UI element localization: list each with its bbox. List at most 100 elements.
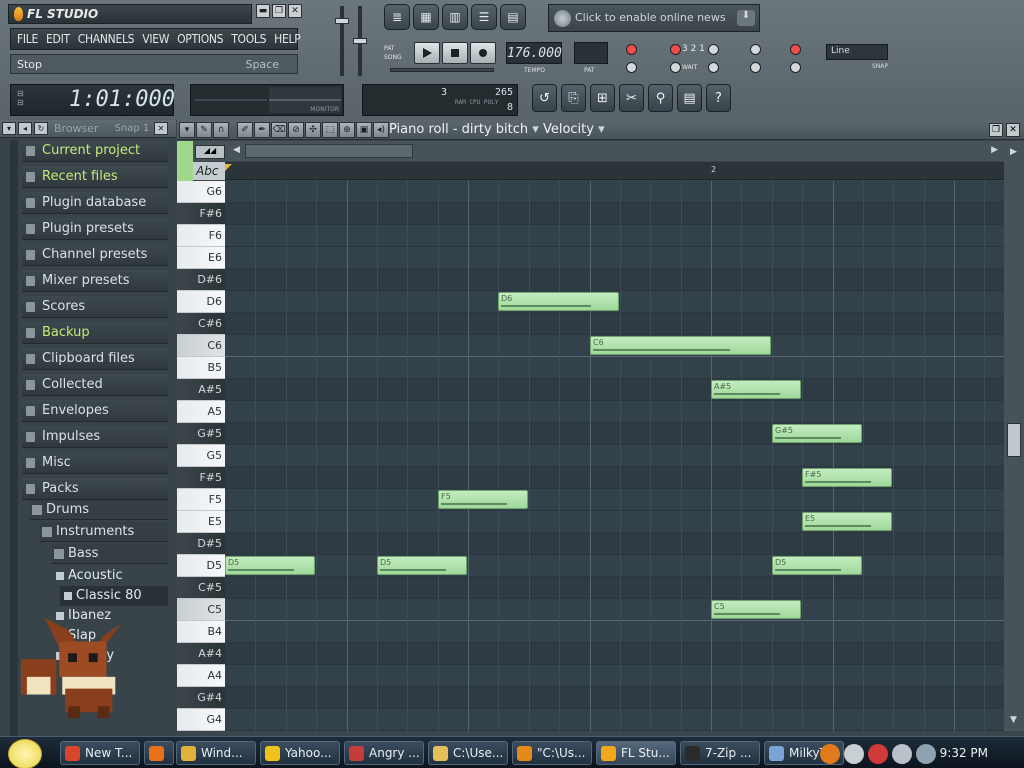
- zoom-icon[interactable]: ◢◢: [195, 145, 225, 159]
- browser-snap[interactable]: Snap 1: [115, 123, 150, 134]
- scroll-up-icon[interactable]: ▶: [1010, 147, 1017, 157]
- note[interactable]: F#5: [802, 468, 892, 487]
- snap-select[interactable]: Line: [826, 44, 888, 60]
- search-icon[interactable]: ⚲: [648, 84, 673, 112]
- multilink-toggle[interactable]: [790, 44, 801, 55]
- taskbar-item[interactable]: 7-Zip ...: [680, 741, 760, 765]
- note-grid[interactable]: D6 C6 A#5 G#5 F#5 F5 E5 D5 D5 D5 C5: [225, 181, 1004, 731]
- vertical-scroll-thumb[interactable]: [1007, 423, 1021, 457]
- scroll-toggle[interactable]: [750, 62, 761, 73]
- piano-key[interactable]: G6: [177, 181, 225, 203]
- piano-key[interactable]: E6: [177, 247, 225, 269]
- song-position-display[interactable]: ⊟ ⊟ 1:01:000: [10, 84, 175, 116]
- piano-key[interactable]: F6: [177, 225, 225, 247]
- browser-folder[interactable]: Plugin database: [22, 192, 168, 214]
- pack-folder[interactable]: Instruments: [40, 522, 168, 542]
- browser-folder[interactable]: Mixer presets: [22, 270, 168, 292]
- power-icon[interactable]: [916, 744, 936, 764]
- piano-key[interactable]: G#5: [177, 423, 225, 445]
- pack-folder[interactable]: Bass: [52, 544, 168, 564]
- browser-toggle-icon[interactable]: ▤: [500, 4, 526, 30]
- note[interactable]: D5: [377, 556, 467, 575]
- taskbar-item[interactable]: [144, 741, 174, 765]
- mute-tool-icon[interactable]: ⊘: [288, 122, 304, 138]
- playhead-marker-icon[interactable]: [225, 164, 232, 171]
- countdown-toggle[interactable]: [670, 44, 681, 55]
- piano-key[interactable]: C5: [177, 599, 225, 621]
- menu-tools[interactable]: TOOLS: [231, 32, 266, 46]
- note[interactable]: C5: [711, 600, 801, 619]
- slice-tool-icon[interactable]: ✣: [305, 122, 321, 138]
- note[interactable]: G#5: [772, 424, 862, 443]
- search-icon[interactable]: [820, 744, 840, 764]
- auto-toggle[interactable]: [790, 62, 801, 73]
- piano-key[interactable]: C6: [177, 335, 225, 357]
- browser-folder[interactable]: Envelopes: [22, 400, 168, 422]
- undo-icon[interactable]: ↺: [532, 84, 557, 112]
- note[interactable]: F5: [438, 490, 528, 509]
- speaker-icon[interactable]: ◂): [373, 122, 389, 138]
- browser-folder[interactable]: Backup: [22, 322, 168, 344]
- title-bar[interactable]: FL STUDIO: [8, 4, 252, 24]
- taskbar-item[interactable]: Wind...: [176, 741, 256, 765]
- pack-folder[interactable]: Drums: [30, 500, 168, 520]
- menu-file[interactable]: FILE: [17, 32, 38, 46]
- note[interactable]: A#5: [711, 380, 801, 399]
- taskbar-item[interactable]: C:\Use...: [428, 741, 508, 765]
- export-icon[interactable]: ⊞: [590, 84, 615, 112]
- menu-options[interactable]: OPTIONS: [177, 32, 223, 46]
- piano-roll-title[interactable]: Piano roll - dirty bitch ▾ Velocity ▾: [389, 122, 605, 137]
- piano-key[interactable]: B4: [177, 621, 225, 643]
- pat-song-switch[interactable]: PAT SONG: [384, 44, 402, 62]
- piano-key[interactable]: A#4: [177, 643, 225, 665]
- minimize-icon[interactable]: ▬: [256, 4, 270, 18]
- note[interactable]: E5: [802, 512, 892, 531]
- taskbar-item[interactable]: Angry ...: [344, 741, 424, 765]
- piano-key[interactable]: A5: [177, 401, 225, 423]
- metronome-toggle[interactable]: [626, 62, 637, 73]
- detach-icon[interactable]: ❐: [989, 123, 1003, 137]
- menu-channels[interactable]: CHANNELS: [78, 32, 135, 46]
- browser-folder[interactable]: Scores: [22, 296, 168, 318]
- scroll-down-icon[interactable]: ▼: [1010, 715, 1017, 725]
- browser-menu-icon[interactable]: ▾: [2, 122, 16, 135]
- draw-tool-icon[interactable]: ✐: [237, 122, 253, 138]
- time-ruler[interactable]: 2: [225, 162, 1004, 180]
- browser-folder[interactable]: Collected: [22, 374, 168, 396]
- piano-key[interactable]: A#5: [177, 379, 225, 401]
- piano-key[interactable]: D#6: [177, 269, 225, 291]
- help-icon[interactable]: ?: [706, 84, 731, 112]
- paint-tool-icon[interactable]: ✒: [254, 122, 270, 138]
- cut-icon[interactable]: ✂: [619, 84, 644, 112]
- master-volume-slider[interactable]: [335, 18, 349, 24]
- piano-key[interactable]: F5: [177, 489, 225, 511]
- taskbar-item[interactable]: FL Stu...: [596, 741, 676, 765]
- preset-item[interactable]: Acoustic: [52, 566, 168, 586]
- piano-roll-icon[interactable]: ▥: [442, 4, 468, 30]
- piano-key[interactable]: C#5: [177, 577, 225, 599]
- taskbar-item[interactable]: "C:\Us...: [512, 741, 592, 765]
- browser-refresh-icon[interactable]: ↻: [34, 122, 48, 135]
- horizontal-scroll-thumb[interactable]: [245, 144, 413, 158]
- record-button[interactable]: [470, 42, 496, 64]
- mixer-icon[interactable]: ☰: [471, 4, 497, 30]
- step-edit-toggle[interactable]: [708, 62, 719, 73]
- master-pitch-slider[interactable]: [353, 38, 367, 44]
- pattern-selector[interactable]: [574, 42, 608, 64]
- browser-folder[interactable]: Misc: [22, 452, 168, 474]
- note[interactable]: D5: [225, 556, 315, 575]
- piano-key[interactable]: G5: [177, 445, 225, 467]
- zoom-tool-icon[interactable]: ⊕: [339, 122, 355, 138]
- browser-folder[interactable]: Packs: [22, 478, 168, 500]
- stop-button[interactable]: [442, 42, 468, 64]
- piano-key[interactable]: C#6: [177, 313, 225, 335]
- save-icon[interactable]: ⎘: [561, 84, 586, 112]
- vertical-scrollbar[interactable]: ▶ ▼: [1004, 141, 1024, 731]
- browser-back-icon[interactable]: ◂: [18, 122, 32, 135]
- piano-key[interactable]: D6: [177, 291, 225, 313]
- blend-notes-toggle[interactable]: [708, 44, 719, 55]
- restore-icon[interactable]: ❐: [272, 4, 286, 18]
- scroll-right-icon[interactable]: ▶: [991, 145, 998, 155]
- browser-folder[interactable]: Channel presets: [22, 244, 168, 266]
- note[interactable]: D6: [498, 292, 619, 311]
